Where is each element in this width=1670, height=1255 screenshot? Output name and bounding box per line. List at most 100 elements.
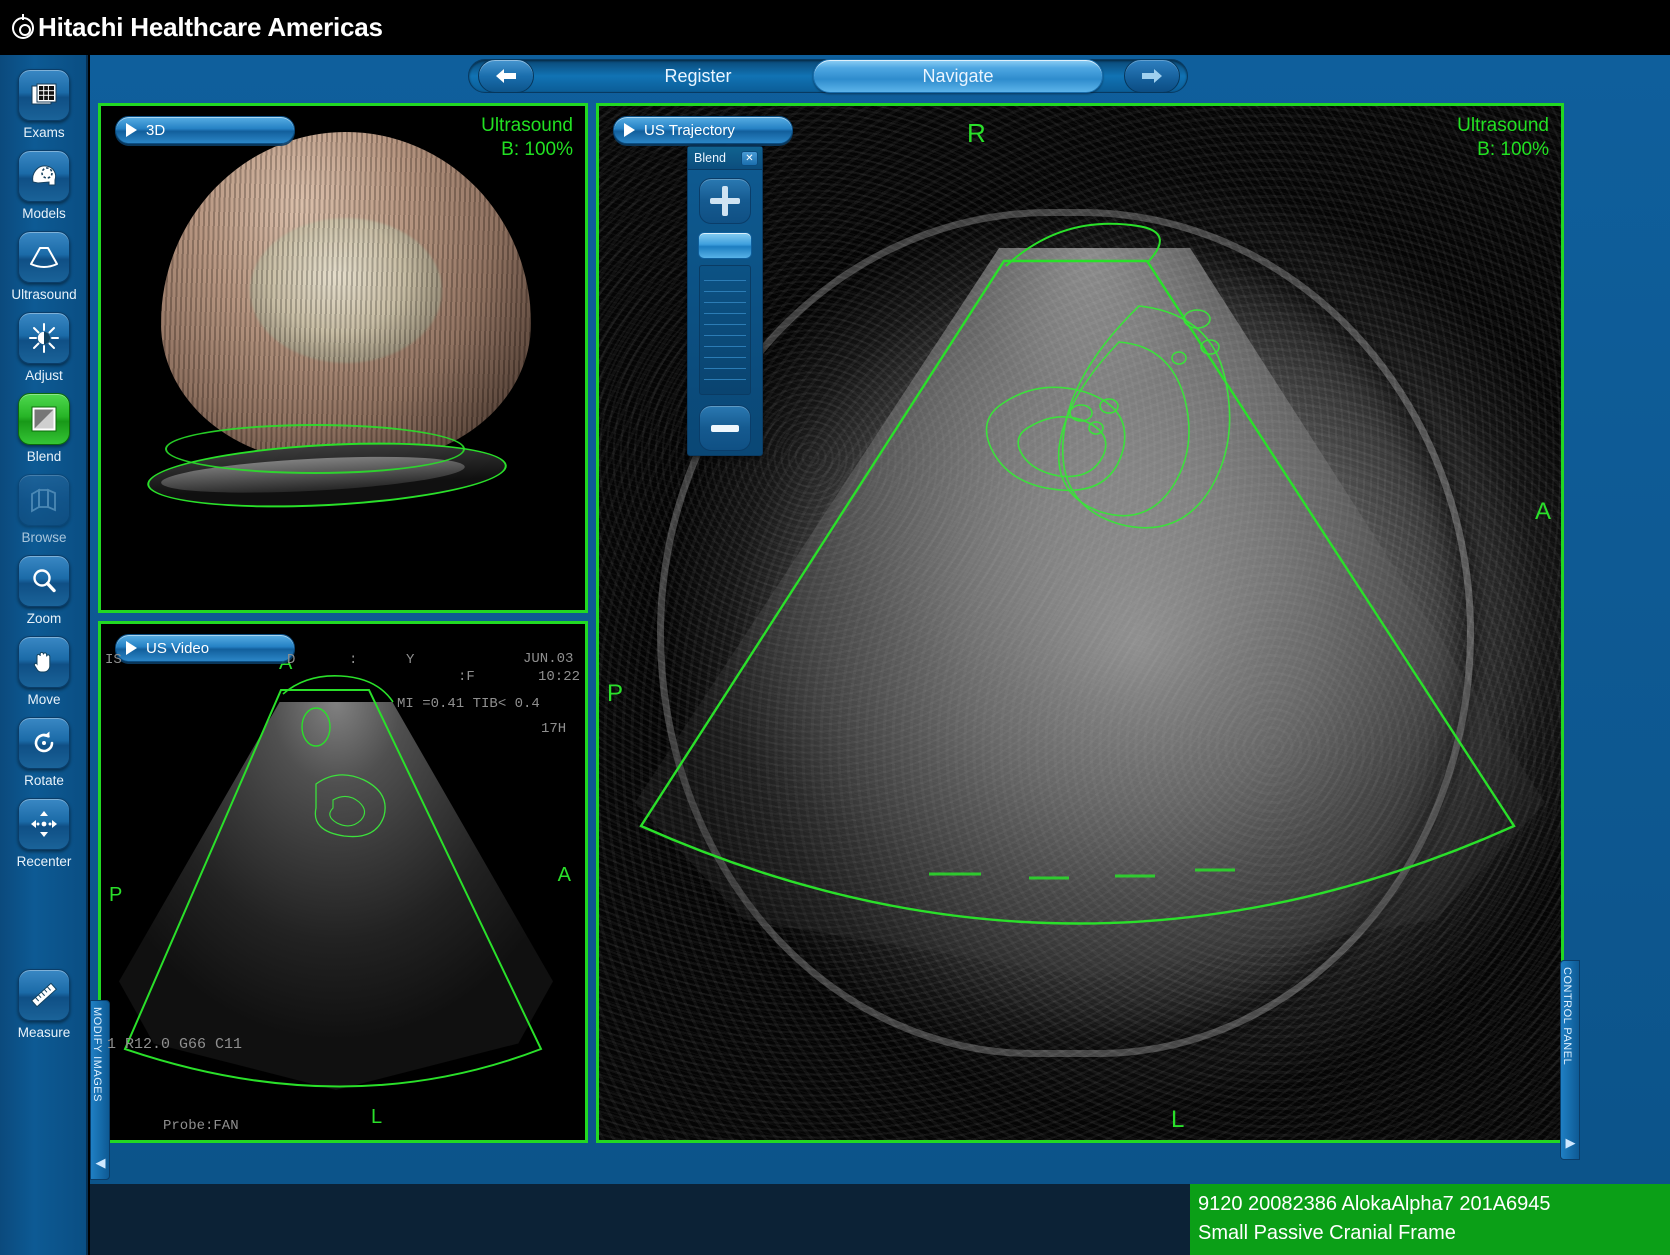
- panel-title-label: 3D: [146, 121, 166, 139]
- sidebar-item-move[interactable]: Move: [0, 636, 88, 707]
- tab-register[interactable]: Register: [588, 59, 808, 93]
- status-frame-line: Small Passive Cranial Frame: [1198, 1222, 1456, 1244]
- slider-notch: [704, 302, 746, 303]
- slider-notch: [704, 346, 746, 347]
- panel-title-us-trajectory[interactable]: US Trajectory: [613, 116, 793, 144]
- panel-title-label: US Video: [146, 639, 210, 657]
- us-overlay-params: 1 R12.0 G66 C11: [107, 1036, 243, 1053]
- ultrasound-fan-icon: [18, 231, 70, 283]
- slider-notch: [704, 280, 746, 281]
- sidebar-item-blend[interactable]: Blend: [0, 393, 88, 464]
- sidebar-item-label: Models: [22, 206, 66, 221]
- mode-blend-value: B: 100%: [1477, 138, 1549, 160]
- panel-title-3d[interactable]: 3D: [115, 116, 295, 144]
- viewport-us-video[interactable]: IS D : Y :F JUN.03 10:22 MI =0.41 TIB< 0…: [98, 621, 588, 1143]
- sidebar-item-label: Recenter: [16, 854, 72, 869]
- sidebar-item-label: Browse: [21, 530, 67, 545]
- minus-icon: [711, 424, 739, 432]
- orientation-marker-left: P: [109, 884, 123, 906]
- sidebar-item-exams[interactable]: Exams: [0, 69, 88, 140]
- arrow-left-icon: [496, 69, 516, 83]
- mode-blend-value: B: 100%: [501, 138, 573, 160]
- workflow-navbar: Register Navigate: [468, 55, 1188, 97]
- tab-navigate-label: Navigate: [922, 65, 994, 86]
- slider-notch: [704, 368, 746, 369]
- tab-navigate[interactable]: Navigate: [813, 59, 1103, 93]
- rotate-arrow-icon: [18, 717, 70, 769]
- sidebar-item-browse[interactable]: Browse: [0, 474, 88, 545]
- play-triangle-icon: [624, 123, 635, 137]
- blend-decrease-button[interactable]: [699, 405, 751, 451]
- app-title: Hitachi Healthcare Americas: [38, 12, 383, 42]
- orientation-marker-right: A: [557, 864, 571, 886]
- sidebar-item-label: Measure: [17, 1025, 71, 1040]
- mode-modality: Ultrasound: [1457, 115, 1549, 136]
- magnifier-icon: [18, 555, 70, 607]
- slider-notch: [704, 324, 746, 325]
- blend-increase-button[interactable]: [699, 178, 751, 224]
- sidebar-item-label: Blend: [26, 449, 62, 464]
- sidebar-item-ultrasound[interactable]: Ultrasound: [0, 231, 88, 302]
- stack-layers-icon: [18, 474, 70, 526]
- sidebar-item-measure[interactable]: Measure: [0, 969, 88, 1040]
- blend-slider-track[interactable]: [699, 265, 751, 395]
- mode-modality: Ultrasound: [481, 115, 573, 136]
- panel-title-us-video[interactable]: US Video: [115, 634, 295, 662]
- plus-icon-v: [722, 186, 728, 216]
- control-panel-label: CONTROL PANEL: [1561, 967, 1573, 1066]
- blend-panel-title: Blend: [694, 151, 726, 165]
- us-video-image: IS D : Y :F JUN.03 10:22 MI =0.41 TIB< 0…: [101, 624, 585, 1140]
- tab-register-label: Register: [664, 65, 732, 86]
- viewport-3d-mode: Ultrasound B: 100%: [481, 114, 573, 162]
- sidebar-item-label: Move: [27, 692, 61, 707]
- recenter-arrows-icon: [18, 798, 70, 850]
- slider-notch: [704, 379, 746, 380]
- exams-grid-icon: [18, 69, 70, 121]
- status-patient-line: 9120 20082386 AlokaAlpha7 201A6945: [1198, 1193, 1551, 1215]
- arrow-right-icon: [1142, 69, 1162, 83]
- slider-notch: [704, 291, 746, 292]
- sidebar-item-label: Rotate: [24, 773, 64, 788]
- us-overlay-left: IS: [105, 652, 122, 668]
- us-overlay-mid: D: [287, 652, 296, 668]
- viewport-trajectory-mode: Ultrasound B: 100%: [1457, 114, 1549, 162]
- application-window: Hitachi Healthcare Americas Exams Models…: [0, 0, 1670, 1255]
- us-overlay-colon: :: [349, 652, 358, 668]
- us-overlay-depth: 17H: [541, 721, 567, 737]
- work-area: Register Navigate 3D Ultrasound B: 100% …: [90, 55, 1670, 1255]
- sidebar-item-zoom[interactable]: Zoom: [0, 555, 88, 626]
- ruler-icon: [18, 969, 70, 1021]
- sidebar-item-rotate[interactable]: Rotate: [0, 717, 88, 788]
- head-model-icon: [18, 150, 70, 202]
- status-bar: 9120 20082386 AlokaAlpha7 201A6945 Small…: [1190, 1184, 1670, 1255]
- us-overlay-f: :F: [458, 669, 475, 685]
- volume-render-image: [161, 132, 531, 462]
- tool-sidebar: Exams Models Ultrasound Adjust Blend Bro…: [0, 55, 88, 1255]
- brightness-icon: [18, 312, 70, 364]
- slider-notch: [704, 313, 746, 314]
- us-overlay-probe: Probe:FAN: [163, 1118, 239, 1134]
- navbar-back-button[interactable]: [478, 59, 534, 93]
- us-overlay-date: JUN.03: [523, 651, 574, 667]
- us-overlay-time: 10:22: [538, 669, 581, 685]
- orientation-marker-bottom: L: [371, 1106, 383, 1128]
- sidebar-item-recenter[interactable]: Recenter: [0, 798, 88, 869]
- slider-notch: [704, 357, 746, 358]
- sidebar-item-label: Zoom: [26, 611, 62, 626]
- status-strip: [90, 1184, 1190, 1255]
- us-overlay-y: Y: [406, 652, 415, 668]
- sidebar-item-adjust[interactable]: Adjust: [0, 312, 88, 383]
- blend-slider-thumb[interactable]: [698, 232, 752, 259]
- sidebar-item-models[interactable]: Models: [0, 150, 88, 221]
- sidebar-item-label: Adjust: [25, 368, 63, 383]
- navbar-forward-button[interactable]: [1124, 59, 1180, 93]
- target-logo-icon: [12, 13, 34, 39]
- segmentation-contour-3d: [165, 424, 465, 474]
- viewport-3d[interactable]: 3D Ultrasound B: 100%: [98, 103, 588, 613]
- close-icon[interactable]: ✕: [741, 150, 758, 166]
- chevron-right-icon: ▶: [1564, 1135, 1579, 1152]
- hand-icon: [18, 636, 70, 688]
- viewport-us-trajectory[interactable]: R P A L US Trajectory Ultrasound B: 100%…: [596, 103, 1564, 1143]
- sidebar-item-label: Exams: [23, 125, 65, 140]
- control-panel-tab[interactable]: CONTROL PANEL ▶: [1560, 960, 1580, 1160]
